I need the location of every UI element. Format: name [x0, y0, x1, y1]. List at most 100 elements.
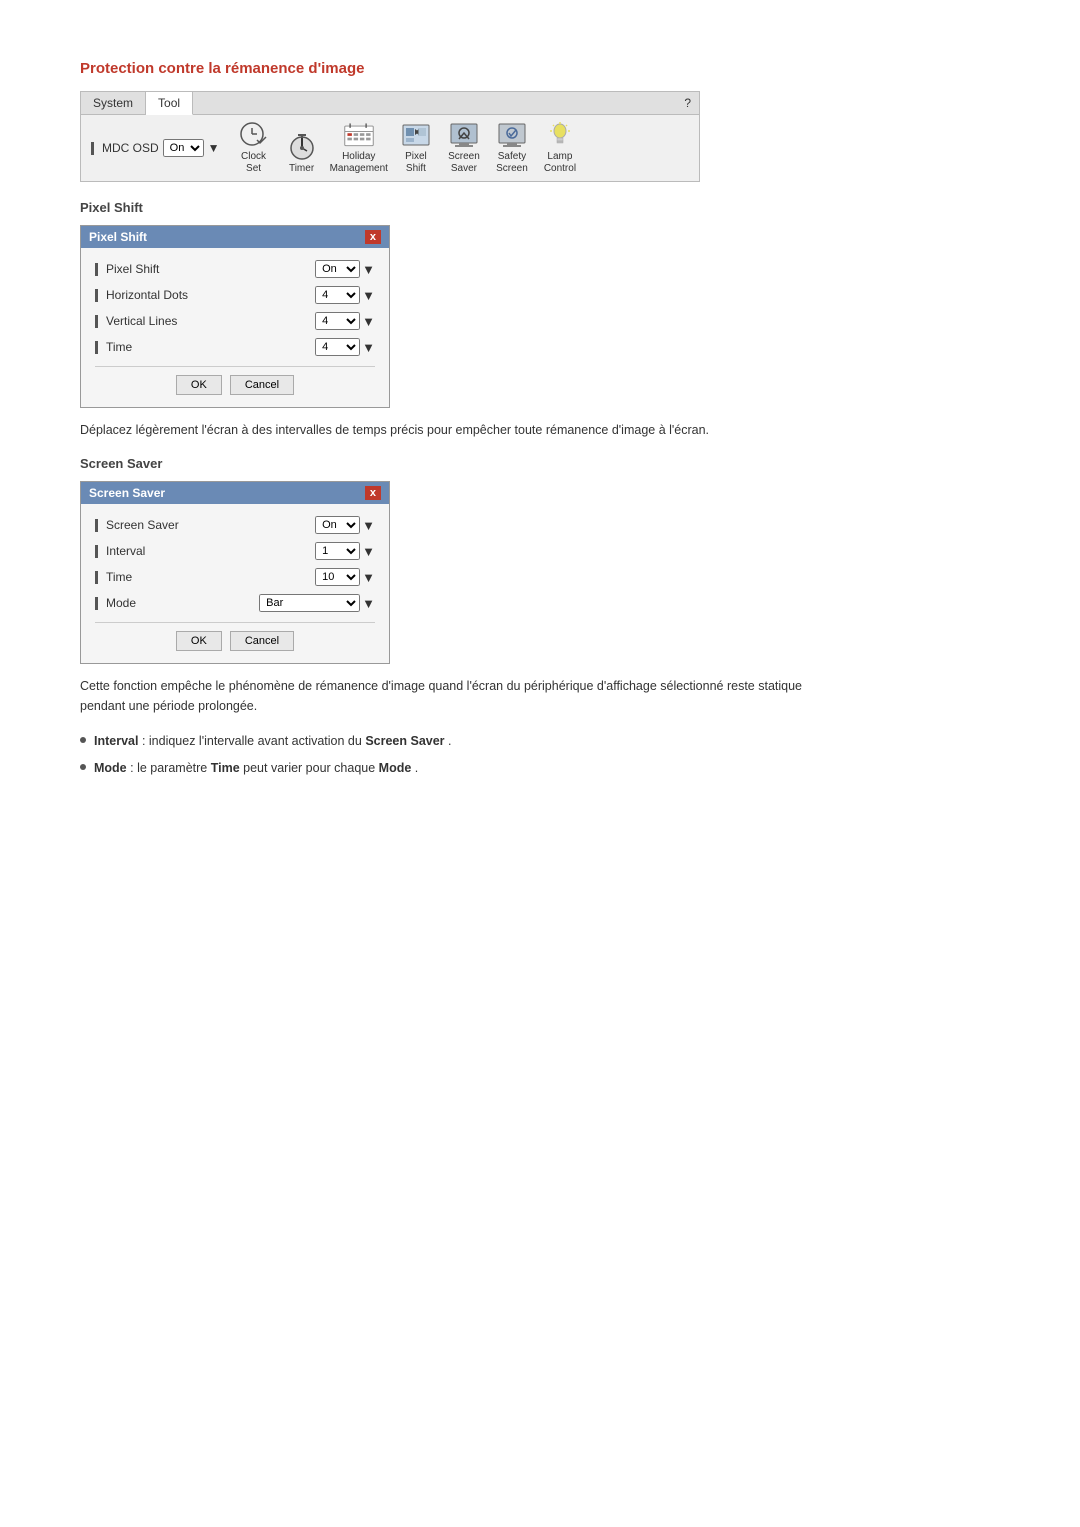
horizontal-dots-select[interactable]: 426	[315, 286, 360, 304]
pixel-shift-row-1-value: 426 ▼	[315, 286, 375, 304]
mdc-osd-control: MDC OSD On Off ▼	[91, 139, 220, 157]
bullet-dot-1	[80, 737, 86, 743]
pixel-shift-row-0-value: OnOff ▼	[315, 260, 375, 278]
screen-saver-row-3: Mode BarAll WhiteMoving Images ▼	[95, 594, 375, 612]
mode-text: : le paramètre	[130, 761, 211, 775]
ss-dropdown-arrow-3: ▼	[362, 596, 375, 611]
interval-select[interactable]: 123	[315, 542, 360, 560]
screen-saver-row-3-value: BarAll WhiteMoving Images ▼	[259, 594, 375, 612]
toolbar-icon-screen-saver[interactable]: ScreenSaver	[444, 121, 484, 175]
pixel-shift-dialog-body: Pixel Shift OnOff ▼ Horizontal Dots	[81, 248, 389, 407]
clock-set-label: ClockSet	[241, 151, 266, 175]
vbar-ss-0	[95, 519, 98, 532]
holiday-label: HolidayManagement	[330, 151, 388, 175]
ss-dropdown-arrow-2: ▼	[362, 570, 375, 585]
timer-label: Timer	[289, 163, 314, 175]
dropdown-arrow-3: ▼	[362, 340, 375, 355]
bullet-text-mode: Mode : le paramètre Time peut varier pou…	[94, 759, 418, 778]
vbar-icon-2	[95, 315, 98, 328]
toolbar-icon-safety-screen[interactable]: SafetyScreen	[492, 121, 532, 175]
dropdown-arrow: ▼	[208, 141, 220, 155]
pixel-shift-row-0: Pixel Shift OnOff ▼	[95, 260, 375, 278]
toolbar-icon-pixel-shift[interactable]: PixelShift	[396, 121, 436, 175]
mdc-osd-select[interactable]: On Off	[163, 139, 204, 157]
toolbar-icon-lamp-control[interactable]: LampControl	[540, 121, 580, 175]
help-button[interactable]: ?	[676, 92, 699, 114]
timer-icon	[286, 133, 318, 161]
screen-saver-row-1: Interval 123 ▼	[95, 542, 375, 560]
pixel-shift-dialog-titlebar: Pixel Shift x	[81, 226, 389, 248]
screen-saver-row-0-label: Screen Saver	[95, 518, 315, 532]
vbar-ss-2	[95, 571, 98, 584]
screen-saver-row-2: Time 10515 ▼	[95, 568, 375, 586]
page-container: Protection contre la rémanence d'image S…	[80, 60, 1000, 778]
bullet-text-interval: Interval : indiquez l'intervalle avant a…	[94, 732, 452, 751]
lamp-control-label: LampControl	[544, 151, 576, 175]
interval-text: : indiquez l'intervalle avant activation…	[142, 734, 365, 748]
screen-saver-value-select[interactable]: OnOff	[315, 516, 360, 534]
pixel-shift-row-3-label: Time	[95, 340, 315, 354]
tab-system[interactable]: System	[81, 92, 146, 114]
screen-saver-dialog-title: Screen Saver	[89, 486, 165, 500]
mode-select[interactable]: BarAll WhiteMoving Images	[259, 594, 360, 612]
bullet-list: Interval : indiquez l'intervalle avant a…	[80, 732, 1000, 778]
pixel-shift-heading: Pixel Shift	[80, 200, 1000, 215]
mode-mid: peut varier pour chaque	[243, 761, 379, 775]
toolbar-body: MDC OSD On Off ▼	[81, 115, 699, 181]
screen-saver-close-button[interactable]: x	[365, 486, 381, 500]
pixel-shift-section: Pixel Shift Pixel Shift x Pixel Shift On…	[80, 200, 1000, 440]
pixel-shift-label: PixelShift	[405, 151, 427, 175]
vbar-ss-1	[95, 545, 98, 558]
pixel-shift-cancel-button[interactable]: Cancel	[230, 375, 294, 395]
bullet-dot-2	[80, 764, 86, 770]
pixel-shift-ok-button[interactable]: OK	[176, 375, 222, 395]
screen-saver-dialog-titlebar: Screen Saver x	[81, 482, 389, 504]
dropdown-arrow-0: ▼	[362, 262, 375, 277]
pixel-shift-row-3: Time 412 ▼	[95, 338, 375, 356]
lamp-control-icon	[544, 121, 576, 149]
pixel-shift-row-2: Vertical Lines 426 ▼	[95, 312, 375, 330]
screen-saver-dialog-buttons: OK Cancel	[95, 622, 375, 651]
ss-dropdown-arrow-0: ▼	[362, 518, 375, 533]
screen-saver-section: Screen Saver Screen Saver x Screen Saver…	[80, 456, 1000, 778]
time-select-ss[interactable]: 10515	[315, 568, 360, 586]
screen-saver-ok-button[interactable]: OK	[176, 631, 222, 651]
toolbar-icon-timer[interactable]: Timer	[282, 133, 322, 175]
screen-saver-row-2-value: 10515 ▼	[315, 568, 375, 586]
screen-saver-row-0-value: OnOff ▼	[315, 516, 375, 534]
vbar-icon-3	[95, 341, 98, 354]
toolbar-icon-holiday[interactable]: HolidayManagement	[330, 121, 388, 175]
screen-saver-cancel-button[interactable]: Cancel	[230, 631, 294, 651]
tab-tool[interactable]: Tool	[146, 92, 193, 115]
interval-bold: Interval	[94, 734, 138, 748]
screen-saver-dialog-body: Screen Saver OnOff ▼ Interval	[81, 504, 389, 663]
screen-saver-bold: Screen Saver	[365, 734, 444, 748]
clock-set-icon	[238, 121, 270, 149]
time-select-ps[interactable]: 412	[315, 338, 360, 356]
pixel-shift-row-2-value: 426 ▼	[315, 312, 375, 330]
vbar-icon-1	[95, 289, 98, 302]
pixel-shift-close-button[interactable]: x	[365, 230, 381, 244]
toolbar-icon-clock-set[interactable]: ClockSet	[234, 121, 274, 175]
toolbar-tabs: System Tool ?	[81, 92, 699, 115]
screen-saver-heading: Screen Saver	[80, 456, 1000, 471]
pixel-shift-description: Déplacez légèrement l'écran à des interv…	[80, 420, 830, 440]
dropdown-arrow-2: ▼	[362, 314, 375, 329]
mdc-osd-label: MDC OSD	[102, 141, 159, 155]
mode-bold: Mode	[94, 761, 127, 775]
pixel-shift-value-select[interactable]: OnOff	[315, 260, 360, 278]
screen-saver-label: ScreenSaver	[448, 151, 480, 175]
screen-saver-dialog: Screen Saver x Screen Saver OnOff ▼	[80, 481, 390, 664]
screen-saver-row-3-label: Mode	[95, 596, 259, 610]
vbar-ss-3	[95, 597, 98, 610]
screen-saver-row-1-label: Interval	[95, 544, 315, 558]
screen-saver-row-2-label: Time	[95, 570, 315, 584]
pixel-shift-icon	[400, 121, 432, 149]
vertical-lines-select[interactable]: 426	[315, 312, 360, 330]
time-bold: Time	[211, 761, 240, 775]
ss-dropdown-arrow-1: ▼	[362, 544, 375, 559]
pixel-shift-dialog-title: Pixel Shift	[89, 230, 147, 244]
interval-end: .	[448, 734, 451, 748]
toolbar: System Tool ? MDC OSD On Off ▼	[80, 91, 700, 182]
mode-end: .	[415, 761, 418, 775]
